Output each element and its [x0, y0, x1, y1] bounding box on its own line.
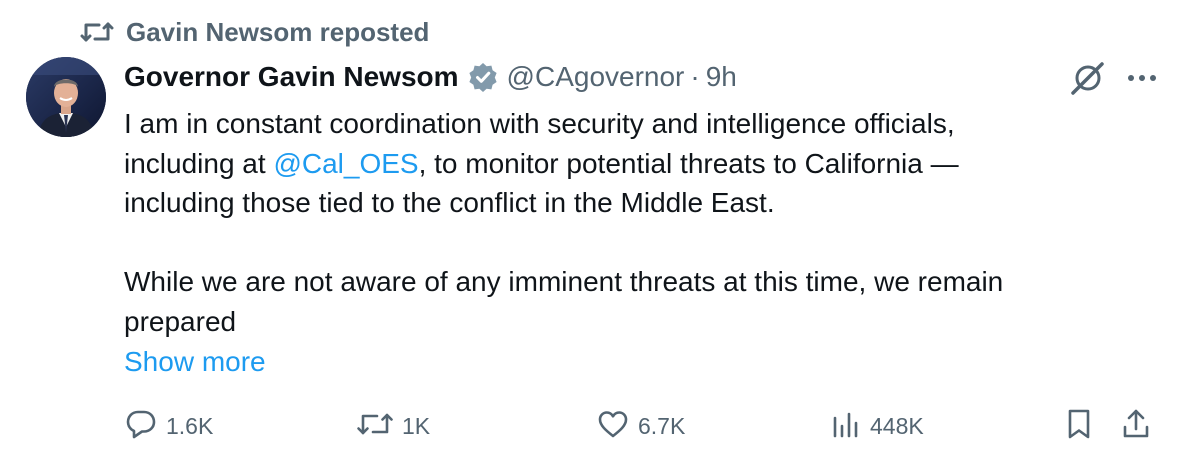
more-options-icon[interactable] [1120, 58, 1164, 98]
post-line: I am in constant coordination with secur… [124, 108, 955, 139]
share-icon [1121, 408, 1151, 445]
post-line: including at @Cal_OES, to monitor potent… [124, 144, 1154, 184]
post-header: Governor Gavin Newsom @CAgovernor · 9h [124, 55, 737, 99]
heart-icon [596, 408, 630, 445]
repost-label: Gavin Newsom reposted [126, 16, 430, 47]
reply-count: 1.6K [166, 412, 214, 439]
paragraph-break [124, 223, 1154, 263]
analytics-icon [830, 409, 862, 444]
reply-button[interactable]: 1.6K [124, 402, 213, 450]
bookmark-button[interactable] [1064, 402, 1094, 450]
post-text: I am in constant coordination with secur… [124, 104, 1154, 341]
author-handle[interactable]: @CAgovernor [507, 61, 685, 93]
post-line-part: , to monitor potential threats to Califo… [418, 147, 959, 179]
bookmark-icon [1065, 408, 1093, 445]
mention-link[interactable]: @Cal_OES [273, 148, 418, 179]
verified-badge-icon[interactable] [467, 61, 499, 93]
show-more-link[interactable]: Show more [124, 344, 266, 380]
repost-icon [356, 409, 394, 444]
like-button[interactable]: 6.7K [596, 402, 685, 450]
post-time[interactable]: 9h [706, 61, 737, 93]
action-bar: 1.6K 1K 6.7K 448K [124, 402, 1164, 450]
post-line: including those tied to the conflict in … [124, 187, 775, 218]
repost-indicator[interactable]: Gavin Newsom reposted [80, 16, 429, 48]
post-line: While we are not aware of any imminent t… [124, 266, 1004, 297]
avatar[interactable] [26, 57, 106, 137]
repost-button[interactable]: 1K [356, 402, 430, 450]
post-line-part: including at [124, 147, 274, 179]
share-button[interactable] [1120, 402, 1152, 450]
separator-dot: · [690, 61, 700, 92]
author-name[interactable]: Governor Gavin Newsom [124, 61, 459, 93]
repost-icon [80, 19, 114, 45]
grok-icon[interactable] [1066, 56, 1110, 100]
repost-count: 1K [402, 412, 431, 439]
views-button[interactable]: 448K [830, 402, 924, 450]
view-count: 448K [870, 412, 924, 439]
reply-icon [124, 408, 158, 445]
like-count: 6.7K [638, 412, 686, 439]
post-line: prepared [124, 305, 237, 337]
